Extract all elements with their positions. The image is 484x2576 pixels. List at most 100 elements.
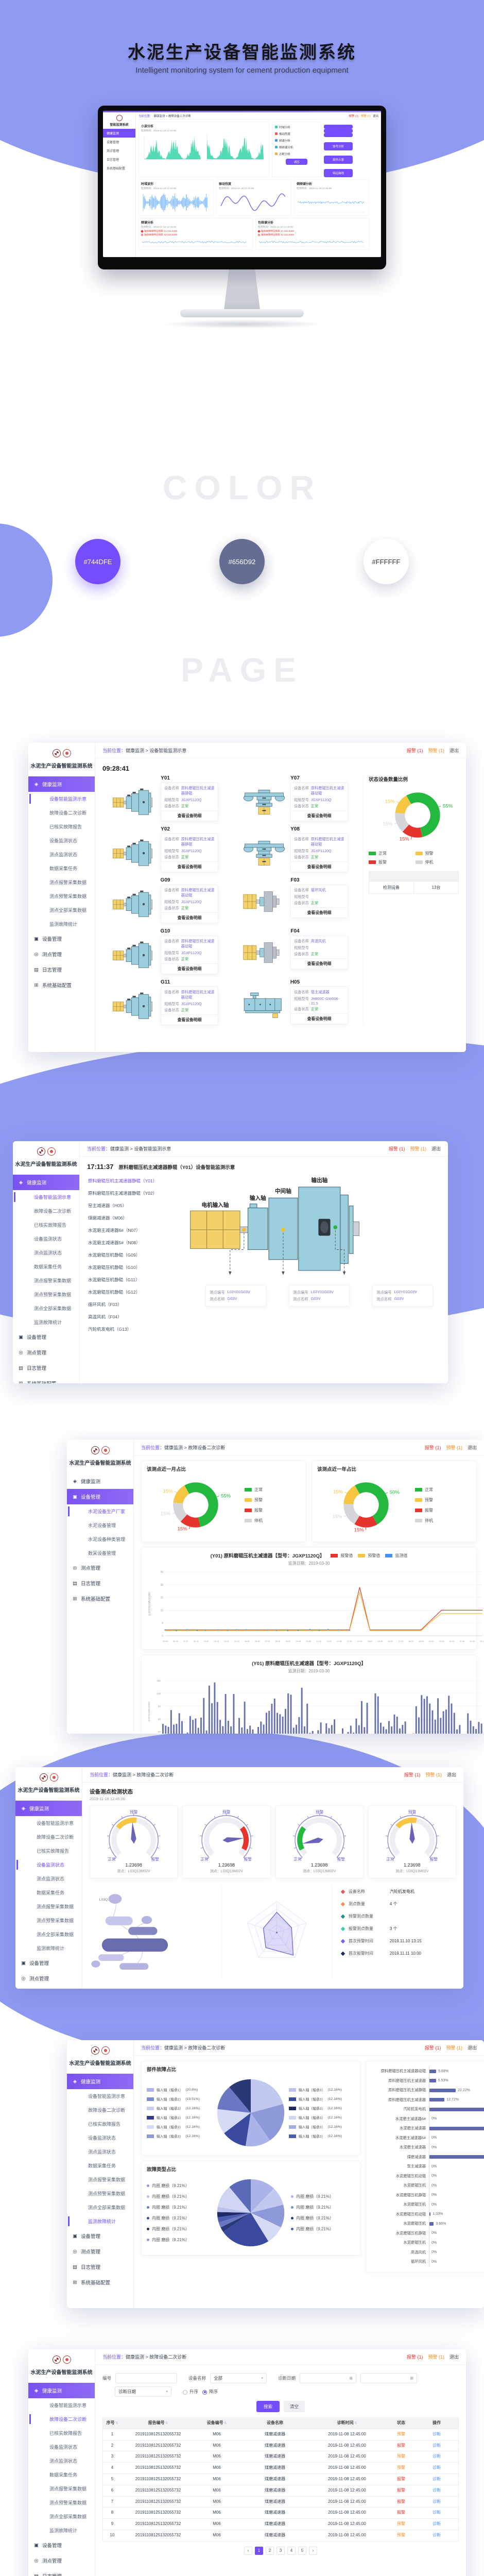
sidebar-item[interactable]: 测点全部采集数据 [15, 1927, 82, 1941]
warn-link[interactable]: 预警 (1) [446, 2044, 462, 2051]
sidebar-item[interactable]: 测点全部采集数据 [67, 2200, 133, 2214]
sidebar-item[interactable]: ◈健康监测 [28, 776, 95, 792]
sidebar-item[interactable]: 设备监测状态 [28, 834, 95, 848]
sidebar-item[interactable]: 监测故障统计 [67, 2214, 133, 2228]
diagnose-link[interactable]: 诊断 [419, 2451, 454, 2462]
sidebar-item[interactable]: 设备监测状态 [28, 2440, 95, 2454]
tool-item[interactable]: 振动烈度 [275, 130, 318, 137]
tool-item[interactable]: 频谱分析 [275, 137, 318, 144]
device-list-item[interactable]: 汽轮机发电机（G13） [87, 1323, 168, 1335]
sidebar-item[interactable]: 测点预警采集数据 [28, 2496, 95, 2510]
measure-point-card[interactable]: 测点编号L03Y01G03V 测点名称G03V [205, 1285, 266, 1307]
sidebar-item[interactable]: ▣设备管理 [28, 931, 95, 946]
sidebar-item[interactable]: 设备智能监测示意 [13, 1190, 79, 1204]
sidebar-item[interactable]: 测点预警采集数据 [28, 889, 95, 903]
sidebar-item[interactable]: ⊞系统基础配置 [67, 1591, 133, 1606]
sidebar-item[interactable]: ⊞系统基础配置 [67, 2275, 133, 2290]
sidebar-item[interactable]: ▤日志管理 [67, 2259, 133, 2275]
alarm-link[interactable]: 报警 (1) [407, 2353, 423, 2360]
diagnose-link[interactable]: 诊断 [419, 2530, 454, 2541]
logout-link[interactable]: 退出 [468, 2044, 477, 2051]
page-button[interactable]: ‹ [244, 2547, 252, 2555]
action-button[interactable]: 部件示意 [324, 129, 353, 133]
sidebar-item[interactable]: ◈健康监测 [15, 1801, 82, 1816]
device-list-item[interactable]: 水泥磨辊压机静辊（G11） [87, 1274, 168, 1286]
page-button[interactable]: 2 [266, 2547, 274, 2555]
sidebar-item[interactable]: 监测故障统计 [15, 1941, 82, 1955]
sidebar-item[interactable]: ◎测点管理 [28, 946, 95, 962]
sidebar-item[interactable]: 测点监测状态 [67, 2145, 133, 2159]
sidebar-item[interactable]: 故障设备二次诊断 [28, 806, 95, 820]
logout-link[interactable]: 退出 [450, 2353, 459, 2360]
sidebar-item[interactable]: 数据采集任务 [13, 1260, 79, 1274]
sidebar-item[interactable]: 测点预警采集数据 [13, 1287, 79, 1301]
sort-desc-radio[interactable]: 降序 [202, 2388, 218, 2395]
sidebar-item[interactable]: ▣设备管理 [67, 1489, 133, 1504]
alarm-link[interactable]: 报警 (1) [389, 1145, 405, 1152]
page-button[interactable]: › [309, 2547, 317, 2555]
sidebar-item[interactable]: 已核实故障报告 [13, 1218, 79, 1232]
sidebar-item[interactable]: 测点报警采集数据 [28, 2482, 95, 2496]
view-device-detail-button[interactable]: 查看设备明细 [161, 912, 218, 923]
mini-menu-item[interactable]: 测点管理 [103, 146, 135, 155]
sidebar-item[interactable]: ⊞系统基础配置 [13, 1376, 79, 1383]
sidebar-item[interactable]: 测点报警采集数据 [13, 1274, 79, 1287]
view-device-detail-button[interactable]: 查看设备明细 [291, 1013, 348, 1024]
sidebar-item[interactable]: ▤日志管理 [67, 1575, 133, 1591]
view-device-detail-button[interactable]: 查看设备明细 [161, 810, 218, 821]
page-button[interactable]: 5 [298, 2547, 306, 2555]
sidebar-item[interactable]: 已核实故障报告 [28, 2426, 95, 2440]
sort-asc-radio[interactable]: 升序 [183, 2388, 198, 2395]
view-device-detail-button[interactable]: 查看设备明细 [291, 861, 348, 872]
diagnose-link[interactable]: 诊断 [419, 2485, 454, 2496]
diagnose-link[interactable]: 诊断 [419, 2441, 454, 2451]
sidebar-item[interactable]: 水泥设备管理 [67, 1518, 133, 1532]
sidebar-item[interactable]: 测点报警采集数据 [15, 1900, 82, 1913]
warn-link[interactable]: 预警 (1) [410, 1145, 426, 1152]
device-list-item[interactable]: 煤磨减速器（M06） [87, 1212, 168, 1224]
warn-link[interactable]: 预警 (1) [428, 2353, 444, 2360]
warn-link[interactable]: 预警 (1) [361, 114, 371, 118]
sidebar-item[interactable]: 测点监测状态 [28, 2454, 95, 2468]
sidebar-item[interactable]: ◈健康监测 [67, 1473, 133, 1489]
sidebar-item[interactable]: ▤日志管理 [13, 1360, 79, 1376]
sidebar-item[interactable]: 测点全部采集数据 [28, 903, 95, 917]
sidebar-item[interactable]: ⊞系统基础配置 [28, 977, 95, 993]
sidebar-item[interactable]: 数据采集任务 [67, 2159, 133, 2173]
view-device-detail-button[interactable]: 查看设备明细 [161, 1014, 218, 1025]
sidebar-item[interactable]: ▤日志管理 [28, 2568, 95, 2576]
feature-curve-button[interactable]: 特征曲线 [324, 169, 353, 177]
sidebar-item[interactable]: ▣设备管理 [13, 1329, 79, 1345]
sidebar-item[interactable]: ▤日志管理 [15, 1986, 82, 1989]
sidebar-item[interactable]: 故障设备二次诊断 [15, 1830, 82, 1844]
diagnose-link[interactable]: 诊断 [419, 2429, 454, 2440]
tool-item[interactable]: 时域分析 [275, 124, 318, 130]
sort-field-select[interactable]: 诊断日期▾ [115, 2386, 171, 2397]
date-to-input[interactable]: ▦ [360, 2373, 417, 2383]
sidebar-item[interactable]: 故障设备二次诊断 [28, 2412, 95, 2426]
page-button[interactable]: 3 [276, 2547, 285, 2555]
logout-link[interactable]: 退出 [447, 1771, 456, 1778]
sidebar-item[interactable]: 监测故障统计 [28, 2523, 95, 2537]
view-device-detail-button[interactable]: 查看设备明细 [291, 958, 348, 969]
alarm-link[interactable]: 报警 (1) [349, 114, 358, 118]
report-no-input[interactable] [115, 2373, 177, 2383]
mini-menu-item[interactable]: 系统基础配置 [103, 164, 135, 173]
sidebar-item[interactable]: ◎测点管理 [67, 2244, 133, 2259]
device-name-select[interactable]: 全部▾ [210, 2373, 267, 2383]
device-list-item[interactable]: 水泥磨辊压机静辊（G12） [87, 1286, 168, 1298]
device-list-item[interactable]: 循环风机（F03） [87, 1298, 168, 1311]
sidebar-item[interactable]: 监测故障统计 [28, 917, 95, 931]
sidebar-item[interactable]: 测点监测状态 [15, 1872, 82, 1886]
device-list-item[interactable]: 原料磨辊压机主减速器静辊（Y02） [87, 1187, 168, 1199]
warn-link[interactable]: 预警 (1) [428, 747, 444, 754]
mini-menu-item[interactable]: 健康监测 [103, 129, 135, 138]
sidebar-item[interactable]: 测点监测状态 [28, 848, 95, 861]
sidebar-item[interactable]: 设备监测状态 [67, 2131, 133, 2145]
sidebar-item[interactable]: 故障设备二次诊断 [13, 1204, 79, 1218]
parts-view-button[interactable]: 部件示意 [324, 156, 353, 164]
date-from-input[interactable]: ▦ [300, 2373, 356, 2383]
logout-link[interactable]: 退出 [431, 1145, 441, 1152]
device-list-item[interactable]: 原料磨辊压机主减速器静辊（Y01） [87, 1175, 168, 1187]
mini-menu-item[interactable]: 日志管理 [103, 155, 135, 164]
